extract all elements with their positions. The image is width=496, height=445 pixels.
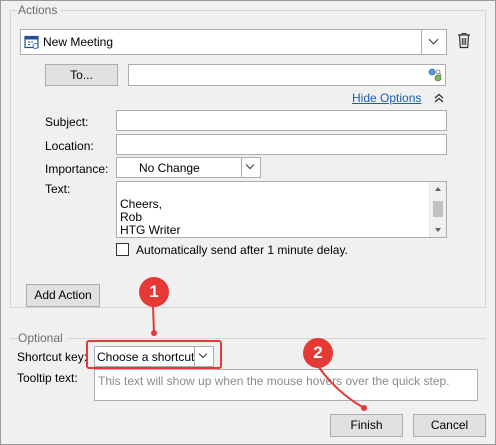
annotation-badge-2: 2	[303, 338, 333, 368]
annotation-badge-1: 1	[139, 277, 169, 307]
arrow-1-dot	[151, 330, 157, 336]
annotation-arrows	[151, 305, 367, 411]
arrow-2	[317, 365, 365, 409]
arrow-2-dot	[361, 405, 367, 411]
arrow-1	[152, 305, 155, 334]
